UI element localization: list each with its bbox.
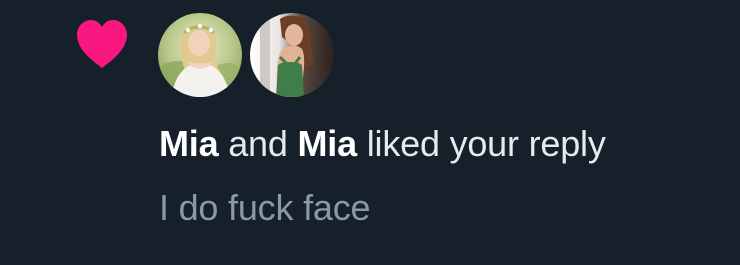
notification-headline: Mia and Mia liked your reply	[159, 120, 606, 168]
connector-text: and	[218, 123, 298, 164]
like-notification[interactable]: Mia and Mia liked your reply I do fuck f…	[0, 0, 740, 265]
heart-icon	[77, 20, 127, 68]
avatar-user-1[interactable]	[158, 13, 242, 97]
reply-preview-text: I do fuck face	[159, 187, 371, 228]
avatar-user-2[interactable]	[250, 13, 334, 97]
liker-name-1[interactable]: Mia	[159, 123, 219, 164]
liker-name-2[interactable]: Mia	[298, 123, 358, 164]
action-text: liked your reply	[356, 123, 606, 164]
liker-avatars	[158, 13, 334, 99]
